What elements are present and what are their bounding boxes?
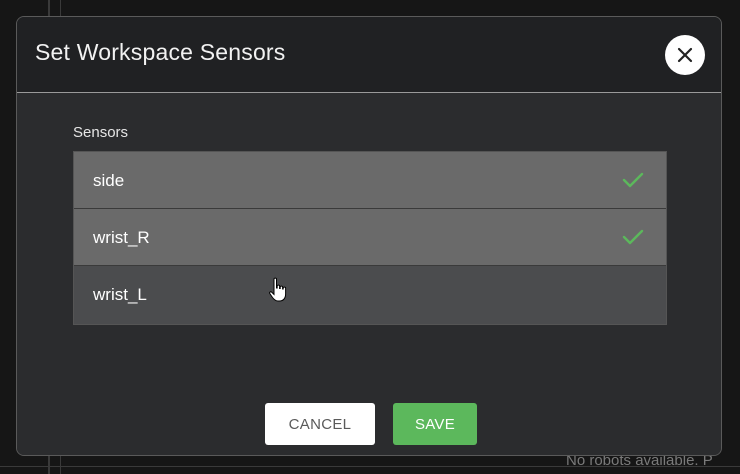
sensors-label: Sensors bbox=[73, 124, 129, 141]
sensor-item-side[interactable]: side bbox=[74, 152, 666, 209]
cancel-button[interactable]: CANCEL bbox=[265, 403, 375, 445]
sensor-item-wrist-r[interactable]: wrist_R bbox=[74, 209, 666, 266]
close-icon bbox=[677, 47, 693, 63]
set-workspace-sensors-dialog: Set Workspace Sensors Sensors side wrist… bbox=[16, 16, 722, 456]
sensor-item-wrist-l[interactable]: wrist_L bbox=[74, 266, 666, 324]
sensor-item-label: wrist_L bbox=[93, 285, 147, 304]
close-button[interactable] bbox=[665, 35, 705, 75]
dialog-header: Set Workspace Sensors bbox=[17, 17, 721, 93]
dialog-body: Sensors side wrist_R wrist_L CANCEL SAVE bbox=[17, 93, 721, 455]
sensor-list: side wrist_R wrist_L bbox=[73, 151, 667, 325]
check-icon bbox=[622, 229, 644, 245]
check-icon bbox=[622, 172, 644, 188]
dialog-title: Set Workspace Sensors bbox=[35, 39, 286, 65]
sensor-item-label: side bbox=[93, 171, 125, 190]
sensor-item-label: wrist_R bbox=[93, 228, 150, 247]
hand-pointer-icon bbox=[269, 277, 287, 302]
save-button[interactable]: SAVE bbox=[393, 403, 477, 445]
